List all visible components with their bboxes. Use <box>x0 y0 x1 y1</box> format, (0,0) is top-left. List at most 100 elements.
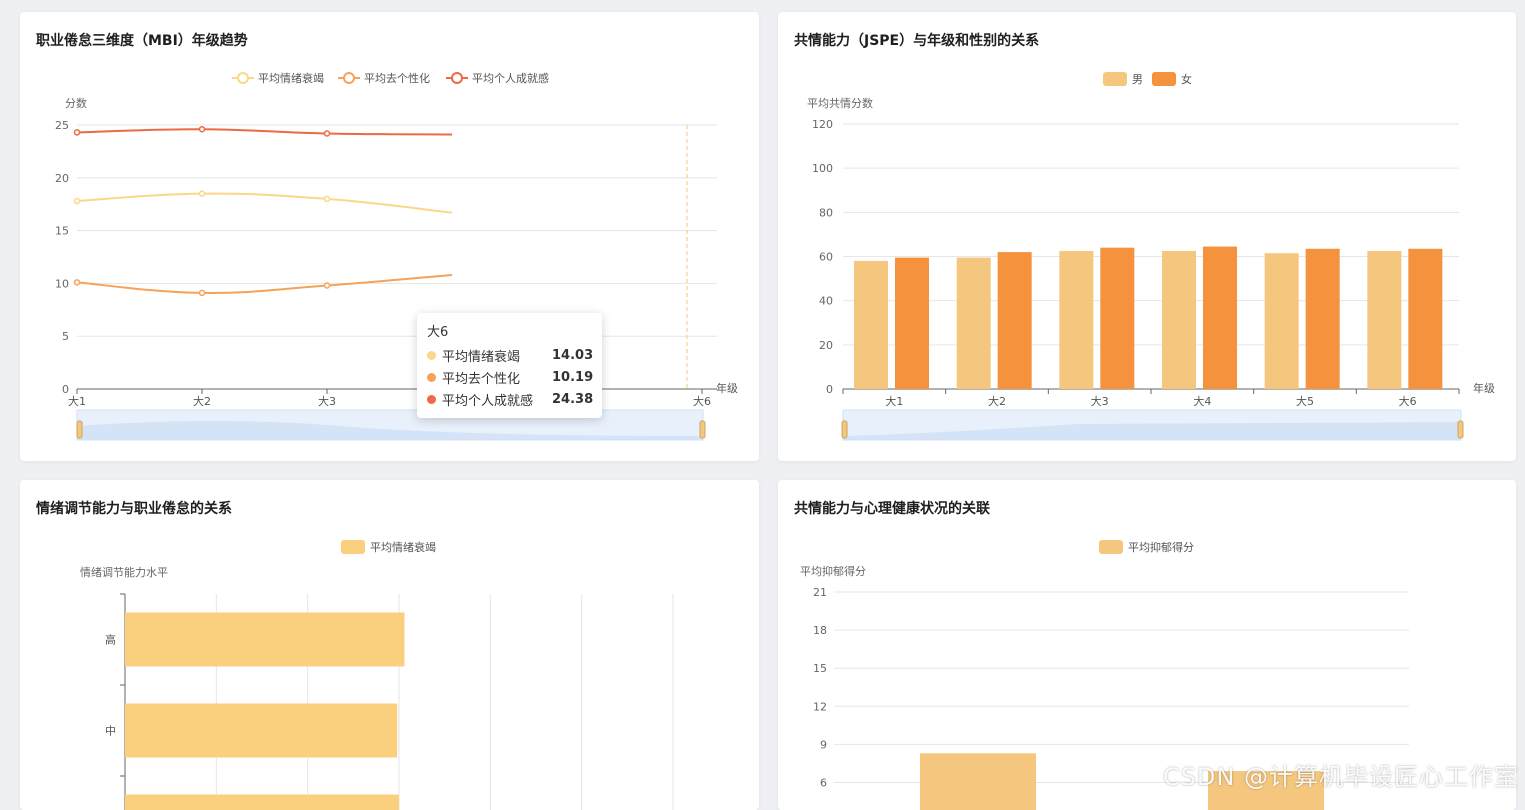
y-tick-label: 100 <box>812 162 833 175</box>
y-tick-label: 高 <box>105 633 116 647</box>
y-tick-label: 60 <box>819 251 833 264</box>
legend-label: 平均个人成就感 <box>472 71 549 85</box>
bar <box>957 258 991 389</box>
data-zoom-handle-left <box>842 421 847 438</box>
data-zoom-handle-right <box>1458 421 1463 438</box>
legend-swatch <box>1152 72 1176 86</box>
y-tick-label: 中 <box>105 725 116 738</box>
data-point <box>325 196 330 201</box>
tooltip-row: 平均去个性化 10.19 <box>427 366 592 388</box>
y-tick-label: 10 <box>55 277 69 290</box>
bar <box>1162 251 1196 389</box>
y-axis-title: 分数 <box>65 97 87 110</box>
data-point <box>200 127 205 132</box>
bar <box>895 258 929 389</box>
data-point <box>75 280 80 285</box>
x-tick-label: 大1 <box>68 394 86 408</box>
data-zoom-handle-left <box>77 421 82 438</box>
series-line <box>77 194 452 213</box>
y-tick-label: 20 <box>819 339 833 352</box>
x-axis-title: 年级 <box>716 381 738 395</box>
tooltip-series-value: 14.03 <box>552 348 592 363</box>
tooltip-row: 平均个人成就感 24.38 <box>427 388 592 410</box>
series-line <box>77 275 452 293</box>
jspe-bar-chart: 男 女平均共情分数 0 20 40 60 80 100 120 大1 大2 大3 大4 大5 大6 年级 <box>778 12 1516 461</box>
legend-label: 平均情绪衰竭 <box>370 540 436 554</box>
data-point <box>75 130 80 135</box>
legend-swatch <box>1103 72 1127 86</box>
bar <box>125 613 404 667</box>
y-tick-label: 12 <box>813 700 827 713</box>
legend-label: 女 <box>1181 72 1192 86</box>
bar <box>125 795 399 810</box>
series-dot-icon <box>427 373 436 382</box>
bar <box>1100 248 1134 389</box>
y-tick-label: 9 <box>820 738 827 751</box>
legend-swatch <box>341 540 365 554</box>
data-point <box>325 283 330 288</box>
legend-swatch-marker <box>238 73 248 83</box>
x-tick-label: 大3 <box>318 394 336 408</box>
legend-label: 男 <box>1132 73 1143 86</box>
bar <box>1203 247 1237 389</box>
tooltip-series-name: 平均去个性化 <box>442 368 552 387</box>
tooltip-series-name: 平均情绪衰竭 <box>442 346 552 365</box>
y-axis-title: 平均共情分数 <box>807 97 873 110</box>
y-tick-label: 40 <box>819 295 833 308</box>
bar <box>998 252 1032 389</box>
bar <box>1265 253 1299 389</box>
x-tick-label: 大3 <box>1091 394 1109 408</box>
mbi-line-chart: 平均情绪衰竭平均去个性化平均个人成就感分数0510152025大1大2大3大6年… <box>20 12 759 461</box>
y-tick-label: 15 <box>813 662 827 675</box>
watermark: CSDN @计算机毕设匠心工作室 <box>1163 757 1519 792</box>
series-dot-icon <box>427 395 436 404</box>
x-tick-label: 大6 <box>693 394 711 408</box>
tooltip-title: 大6 <box>427 321 592 340</box>
series-dot-icon <box>427 351 436 360</box>
tooltip-row: 平均情绪衰竭 14.03 <box>427 344 592 366</box>
y-tick-label: 18 <box>813 624 827 637</box>
mbi-trend-card: 职业倦怠三维度（MBI）年级趋势 平均情绪衰竭平均去个性化平均个人成就感分数05… <box>20 12 759 461</box>
legend-swatch <box>1099 540 1123 554</box>
bar <box>1306 249 1340 389</box>
emotion-regulation-card: 情绪调节能力与职业倦怠的关系 平均情绪衰竭情绪调节能力水平高中低 <box>20 480 759 810</box>
y-tick-label: 80 <box>819 206 833 219</box>
legend-swatch-marker <box>344 73 354 83</box>
x-tick-label: 大2 <box>988 394 1006 408</box>
x-tick-label: 大5 <box>1296 394 1314 408</box>
bar <box>854 261 888 389</box>
data-point <box>75 199 80 204</box>
tooltip-series-value: 10.19 <box>552 370 592 385</box>
y-axis-title: 情绪调节能力水平 <box>80 565 168 579</box>
y-tick-label: 6 <box>820 777 827 790</box>
y-tick-label: 15 <box>55 225 69 238</box>
data-point <box>325 131 330 136</box>
data-zoom-handle-right <box>700 421 705 438</box>
legend-swatch-marker <box>452 73 462 83</box>
emotion-hbar-chart: 平均情绪衰竭情绪调节能力水平高中低 <box>20 480 759 810</box>
x-tick-label: 大2 <box>193 394 211 408</box>
bar <box>920 753 1036 810</box>
y-tick-label: 25 <box>55 119 69 132</box>
y-tick-label: 21 <box>813 586 827 599</box>
y-tick-label: 20 <box>55 172 69 185</box>
jspe-card: 共情能力（JSPE）与年级和性别的关系 男女平均共情分数020406080100… <box>778 12 1516 461</box>
data-point <box>200 290 205 295</box>
legend-label: 平均抑郁得分 <box>1128 540 1194 554</box>
y-tick-label: 120 <box>812 118 833 131</box>
x-tick-label: 大1 <box>885 394 903 408</box>
x-tick-label: 大6 <box>1399 394 1417 408</box>
chart-tooltip: 大6 平均情绪衰竭 14.03 平均去个性化 10.19 平均个人成就感 24.… <box>417 313 602 418</box>
bar <box>1367 251 1401 389</box>
tooltip-series-value: 24.38 <box>552 392 592 407</box>
legend-label: 平均情绪衰竭 <box>258 71 324 85</box>
legend-label: 平均去个性化 <box>364 71 430 85</box>
y-tick-label: 5 <box>62 330 69 343</box>
y-tick-label: 0 <box>826 383 833 396</box>
x-axis-title: 年级 <box>1473 381 1495 395</box>
x-tick-label: 大4 <box>1193 394 1211 408</box>
data-point <box>200 191 205 196</box>
y-axis-title: 平均抑郁得分 <box>800 564 866 578</box>
bar <box>1408 249 1442 389</box>
bar <box>1059 251 1093 389</box>
